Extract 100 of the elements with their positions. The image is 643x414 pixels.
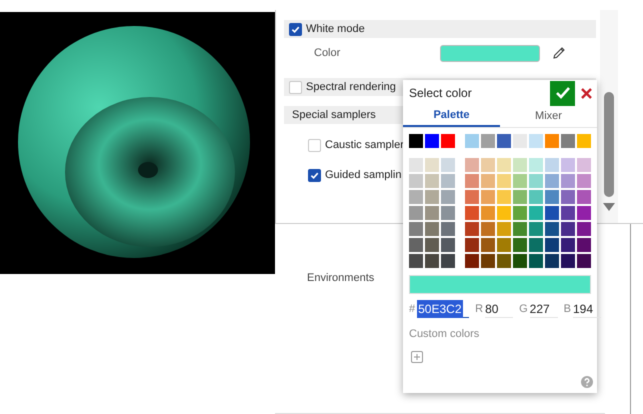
color-swatch[interactable] bbox=[441, 158, 455, 172]
color-swatch[interactable] bbox=[561, 190, 575, 204]
color-swatch[interactable] bbox=[441, 190, 455, 204]
color-swatch[interactable] bbox=[481, 174, 495, 188]
color-swatch[interactable] bbox=[481, 222, 495, 236]
panel-tab[interactable]: Environments bbox=[307, 270, 374, 409]
checkbox[interactable] bbox=[308, 168, 321, 182]
color-swatch[interactable] bbox=[425, 174, 439, 188]
pencil-icon[interactable] bbox=[552, 46, 566, 60]
confirm-button[interactable] bbox=[550, 80, 575, 106]
color-swatch[interactable] bbox=[441, 134, 455, 148]
color-swatch[interactable] bbox=[513, 174, 527, 188]
color-swatch[interactable] bbox=[545, 254, 559, 268]
color-swatch[interactable] bbox=[561, 174, 575, 188]
color-swatch[interactable] bbox=[409, 174, 423, 188]
color-swatch[interactable] bbox=[409, 134, 423, 148]
color-swatch[interactable] bbox=[577, 158, 591, 172]
scrollbar-thumb[interactable] bbox=[604, 92, 614, 197]
color-swatch[interactable] bbox=[409, 158, 423, 172]
channel-field[interactable]: 80 bbox=[485, 300, 514, 318]
color-swatch[interactable] bbox=[497, 206, 511, 220]
color-swatch[interactable] bbox=[497, 222, 511, 236]
color-swatch[interactable] bbox=[513, 206, 527, 220]
color-swatch[interactable] bbox=[529, 190, 543, 204]
color-swatch[interactable] bbox=[481, 254, 495, 268]
color-swatch[interactable] bbox=[577, 206, 591, 220]
add-icon[interactable] bbox=[411, 350, 423, 362]
color-swatch[interactable] bbox=[425, 134, 439, 148]
color-swatch[interactable] bbox=[561, 158, 575, 172]
color-swatch-field[interactable] bbox=[440, 44, 540, 62]
color-swatch[interactable] bbox=[465, 254, 479, 268]
color-swatch[interactable] bbox=[513, 238, 527, 252]
color-swatch[interactable] bbox=[409, 254, 423, 268]
channel-field[interactable]: 194 bbox=[572, 300, 601, 318]
color-swatch[interactable] bbox=[497, 134, 511, 148]
color-swatch[interactable] bbox=[465, 190, 479, 204]
checkbox[interactable] bbox=[308, 138, 321, 152]
color-swatch[interactable] bbox=[529, 222, 543, 236]
color-swatch[interactable] bbox=[513, 190, 527, 204]
color-swatch[interactable] bbox=[481, 190, 495, 204]
color-swatch[interactable] bbox=[481, 206, 495, 220]
color-swatch[interactable] bbox=[529, 174, 543, 188]
color-swatch[interactable] bbox=[513, 254, 527, 268]
color-swatch[interactable] bbox=[425, 158, 439, 172]
color-swatch[interactable] bbox=[409, 222, 423, 236]
channel-field[interactable]: 227 bbox=[530, 300, 558, 318]
color-swatch[interactable] bbox=[441, 238, 455, 252]
picker-tab[interactable]: Palette bbox=[403, 106, 500, 127]
color-swatch[interactable] bbox=[577, 222, 591, 236]
color-swatch[interactable] bbox=[561, 254, 575, 268]
checkbox[interactable] bbox=[289, 22, 302, 36]
color-swatch[interactable] bbox=[409, 206, 423, 220]
color-swatch[interactable] bbox=[465, 174, 479, 188]
color-swatch[interactable] bbox=[409, 238, 423, 252]
color-swatch[interactable] bbox=[497, 190, 511, 204]
color-swatch[interactable] bbox=[545, 238, 559, 252]
color-swatch[interactable] bbox=[465, 158, 479, 172]
color-swatch[interactable] bbox=[513, 158, 527, 172]
color-swatch[interactable] bbox=[497, 238, 511, 252]
color-swatch[interactable] bbox=[529, 134, 543, 148]
color-swatch[interactable] bbox=[561, 134, 575, 148]
color-swatch[interactable] bbox=[441, 222, 455, 236]
color-swatch[interactable] bbox=[425, 190, 439, 204]
help-icon[interactable] bbox=[581, 376, 593, 388]
color-swatch[interactable] bbox=[545, 222, 559, 236]
color-swatch[interactable] bbox=[481, 158, 495, 172]
color-swatch[interactable] bbox=[425, 222, 439, 236]
color-swatch[interactable] bbox=[465, 238, 479, 252]
color-swatch[interactable] bbox=[441, 174, 455, 188]
color-swatch[interactable] bbox=[529, 206, 543, 220]
color-swatch[interactable] bbox=[577, 174, 591, 188]
color-swatch[interactable] bbox=[481, 238, 495, 252]
color-swatch[interactable] bbox=[465, 134, 479, 148]
color-swatch[interactable] bbox=[577, 190, 591, 204]
color-swatch[interactable] bbox=[481, 134, 495, 148]
color-swatch[interactable] bbox=[561, 206, 575, 220]
color-swatch[interactable] bbox=[465, 206, 479, 220]
color-swatch[interactable] bbox=[545, 134, 559, 148]
color-swatch[interactable] bbox=[497, 158, 511, 172]
color-swatch[interactable] bbox=[577, 238, 591, 252]
color-swatch[interactable] bbox=[513, 222, 527, 236]
color-swatch[interactable] bbox=[441, 254, 455, 268]
color-swatch[interactable] bbox=[545, 206, 559, 220]
color-swatch[interactable] bbox=[545, 158, 559, 172]
color-swatch[interactable] bbox=[497, 254, 511, 268]
color-swatch[interactable] bbox=[545, 174, 559, 188]
picker-tab[interactable]: Mixer bbox=[500, 106, 597, 127]
color-swatch[interactable] bbox=[497, 174, 511, 188]
color-swatch[interactable] bbox=[561, 222, 575, 236]
color-swatch[interactable] bbox=[529, 158, 543, 172]
color-swatch[interactable] bbox=[425, 238, 439, 252]
checkbox[interactable] bbox=[289, 80, 302, 94]
color-swatch[interactable] bbox=[545, 190, 559, 204]
color-swatch[interactable] bbox=[529, 254, 543, 268]
color-swatch[interactable] bbox=[577, 254, 591, 268]
color-swatch[interactable] bbox=[425, 206, 439, 220]
color-swatch[interactable] bbox=[529, 238, 543, 252]
color-swatch[interactable] bbox=[425, 254, 439, 268]
color-swatch[interactable] bbox=[465, 222, 479, 236]
color-swatch[interactable] bbox=[409, 190, 423, 204]
